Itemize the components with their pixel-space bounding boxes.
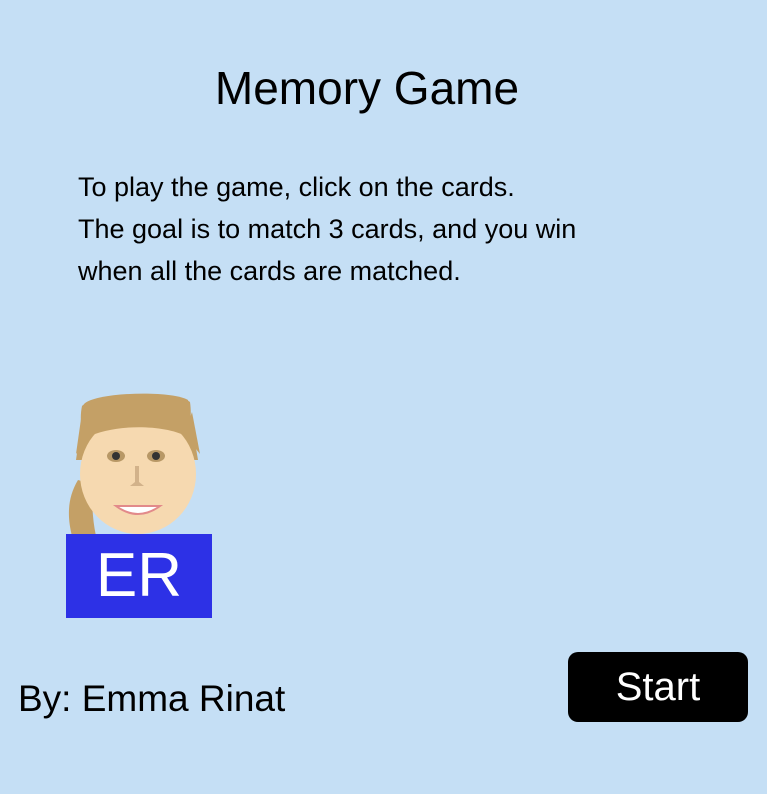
author-avatar: ER [62, 384, 214, 620]
author-credit: By: Emma Rinat [18, 678, 286, 719]
page-title: Memory Game [214, 62, 520, 114]
instruction-line: To play the game, click on the cards. [78, 172, 515, 202]
instruction-line: when all the cards are matched. [78, 256, 461, 286]
initials-badge: ER [66, 534, 212, 618]
instruction-line: The goal is to match 3 cards, and you wi… [78, 214, 577, 244]
instructions: To play the game, click on the cards. Th… [78, 166, 678, 292]
start-button[interactable]: Start [568, 652, 748, 722]
